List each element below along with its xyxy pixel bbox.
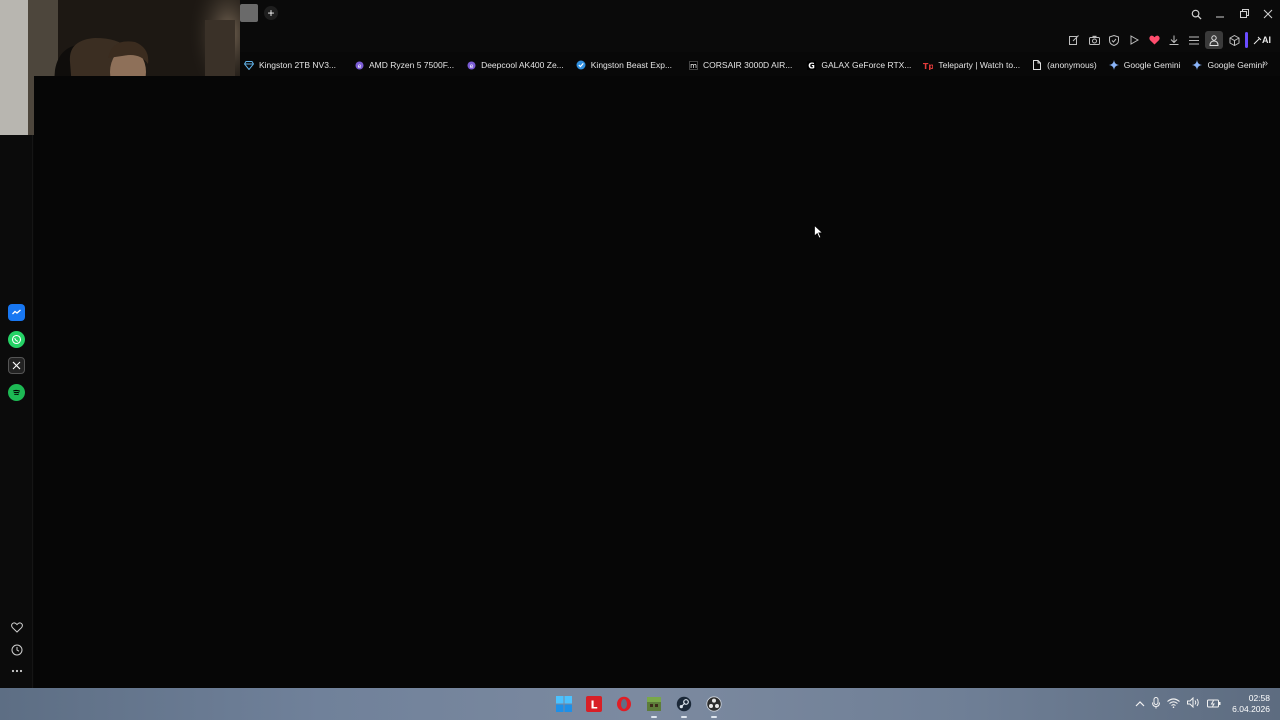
download-icon[interactable] <box>1165 31 1183 49</box>
cube-icon[interactable] <box>1225 31 1243 49</box>
shopping-logo-icon: e <box>354 60 364 70</box>
tp-logo-icon: Tp <box>923 60 933 70</box>
chevron-up-icon[interactable] <box>1135 699 1145 710</box>
clock-date: 6.04.2026 <box>1232 704 1270 714</box>
svg-text:Tp: Tp <box>923 62 933 70</box>
opera-browser-icon[interactable] <box>612 692 636 716</box>
bookmark-label: AMD Ryzen 5 7500F... <box>369 60 455 70</box>
steam-icon[interactable] <box>672 692 696 718</box>
edit-icon[interactable] <box>1065 31 1083 49</box>
search-icon[interactable] <box>1184 2 1208 26</box>
check-badge-icon <box>576 60 586 70</box>
bookmark-label: Kingston 2TB NV3... <box>259 60 337 70</box>
windows-start-icon[interactable] <box>552 692 576 716</box>
ai-icon <box>1253 36 1262 44</box>
bookmark-item[interactable]: Kingston Beast Exp... <box>572 56 676 74</box>
bookmark-item[interactable]: G GALAX GeForce RTX... <box>802 56 915 74</box>
ai-button[interactable]: AI <box>1250 31 1274 49</box>
restore-icon[interactable] <box>1232 2 1256 26</box>
m-logo-icon: m <box>688 60 698 70</box>
bookmark-item[interactable]: m CORSAIR 3000D AIR... <box>684 56 796 74</box>
bookmark-item[interactable]: e AMD Ryzen 5 7500F... <box>350 56 458 74</box>
profile-icon[interactable] <box>1205 31 1223 49</box>
sidebar <box>0 135 33 688</box>
bookmark-label: Teleparty | Watch to... <box>938 60 1021 70</box>
play-icon[interactable] <box>1125 31 1143 49</box>
system-tray: 02:58 6.04.2026 <box>1135 688 1270 720</box>
bookmark-item[interactable]: e Deepcool AK400 Ze... <box>462 56 568 74</box>
menu-icon[interactable] <box>1185 31 1203 49</box>
taskbar-apps: L <box>552 692 726 718</box>
l-app-icon[interactable]: L <box>582 692 606 716</box>
window-controls <box>1184 0 1280 28</box>
diamond-icon <box>244 60 254 70</box>
svg-text:L: L <box>590 699 597 712</box>
minecraft-launcher-icon[interactable] <box>642 692 666 718</box>
shield-icon[interactable] <box>1105 31 1123 49</box>
bookmark-label: (anonymous) <box>1047 60 1097 70</box>
bookmark-label: Deepcool AK400 Ze... <box>481 60 564 70</box>
more-dots-icon[interactable] <box>9 663 24 678</box>
toolbar-icons: AI <box>1065 30 1274 50</box>
x-twitter-icon[interactable] <box>8 357 25 374</box>
clock[interactable]: 02:58 6.04.2026 <box>1232 693 1270 715</box>
messenger-icon[interactable] <box>8 304 25 321</box>
close-icon[interactable] <box>1256 2 1280 26</box>
accent-separator <box>1245 32 1248 48</box>
camera-icon[interactable] <box>1085 31 1103 49</box>
bookmark-item[interactable]: Tp Teleparty | Watch to... <box>919 56 1024 74</box>
bookmark-label: CORSAIR 3000D AIR... <box>703 60 793 70</box>
bookmark-item[interactable]: Google Gemini <box>1105 56 1185 74</box>
gemini-star-icon <box>1108 60 1119 70</box>
battery-icon[interactable] <box>1207 698 1221 711</box>
mouse-cursor-icon <box>814 225 824 239</box>
whatsapp-icon[interactable] <box>8 331 25 348</box>
spotify-icon[interactable] <box>8 384 25 401</box>
page-content[interactable] <box>34 76 1280 688</box>
minimize-icon[interactable] <box>1208 2 1232 26</box>
volume-icon[interactable] <box>1187 696 1200 711</box>
chevron-double-right-icon[interactable]: » <box>1262 58 1268 69</box>
bookmark-item[interactable]: Kingston 2TB NV3... <box>240 56 340 74</box>
new-tab-button[interactable]: + <box>264 6 278 20</box>
heart-outline-icon[interactable] <box>9 620 24 635</box>
svg-text:m: m <box>690 62 697 70</box>
bookmark-item[interactable]: (anonymous) <box>1028 56 1101 74</box>
svg-text:G: G <box>808 61 815 70</box>
bookmark-label: Google Gemini <box>1123 60 1181 70</box>
wifi-icon[interactable] <box>1167 697 1181 711</box>
obs-studio-icon[interactable] <box>702 692 726 718</box>
tab-favicon[interactable] <box>240 4 258 22</box>
ai-label: AI <box>1262 35 1271 45</box>
bookmarks-bar: Kingston 2TB NV3... e AMD Ryzen 5 7500F.… <box>240 56 1280 74</box>
bookmark-label: GALAX GeForce RTX... <box>821 60 912 70</box>
document-icon <box>1032 60 1042 70</box>
shopping-logo-icon: e <box>466 60 476 70</box>
history-clock-icon[interactable] <box>9 642 24 657</box>
svg-text:e: e <box>357 63 361 70</box>
microphone-icon[interactable] <box>1152 696 1161 712</box>
gemini-star-icon <box>1192 60 1203 70</box>
taskbar: L 02:58 6.04.2026 <box>0 688 1280 720</box>
clock-time: 02:58 <box>1248 693 1270 703</box>
heart-icon[interactable] <box>1145 31 1163 49</box>
bookmark-label: Google Gemini <box>1207 60 1265 70</box>
svg-text:e: e <box>469 63 473 70</box>
bookmark-item[interactable]: Google Gemini <box>1188 56 1268 74</box>
bookmark-label: Kingston Beast Exp... <box>590 60 673 70</box>
g-logo-icon: G <box>806 60 816 70</box>
